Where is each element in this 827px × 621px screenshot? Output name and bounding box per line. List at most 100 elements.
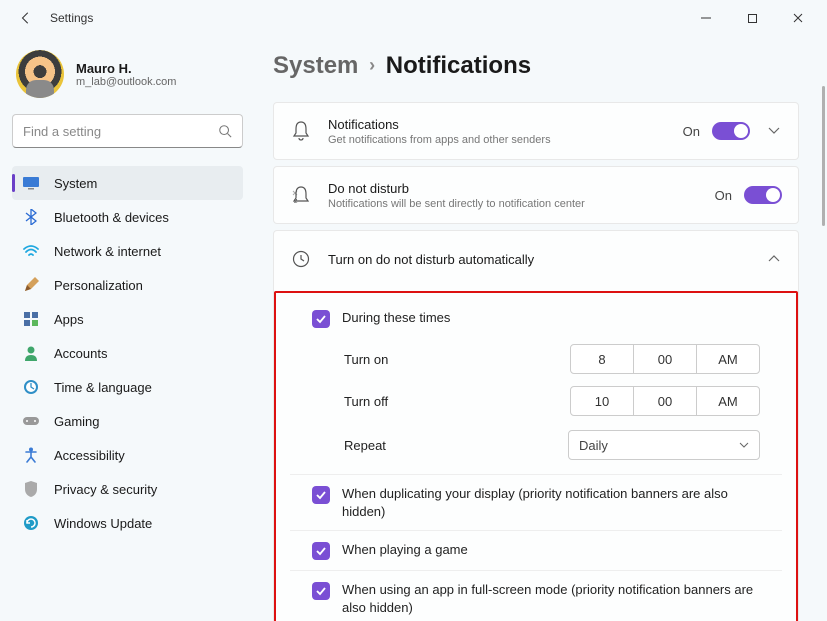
repeat-value: Daily [579, 438, 608, 453]
turn-off-label: Turn off [344, 394, 524, 409]
turn-off-hour[interactable]: 10 [570, 386, 634, 416]
svg-text:z: z [294, 198, 298, 205]
turn-off-row: Turn off 10 00 AM [290, 380, 782, 422]
nav: System Bluetooth & devices Network & int… [12, 166, 243, 540]
profile-name: Mauro H. [76, 61, 176, 76]
check-game: When playing a game [290, 530, 782, 570]
check-fullscreen: When using an app in full-screen mode (p… [290, 570, 782, 621]
check-label: When using an app in full-screen mode (p… [342, 581, 760, 616]
bell-icon [290, 121, 312, 141]
check-duplicating: When duplicating your display (priority … [290, 474, 782, 530]
sidebar-item-system[interactable]: System [12, 166, 243, 200]
search-icon [218, 124, 232, 138]
turn-on-minute[interactable]: 00 [633, 344, 697, 374]
auto-dnd-card: Turn on do not disturb automatically Dur… [273, 230, 799, 621]
sidebar-item-label: Accessibility [54, 448, 125, 463]
sidebar-item-update[interactable]: Windows Update [12, 506, 243, 540]
apps-icon [22, 310, 40, 328]
sidebar-item-label: Gaming [54, 414, 100, 429]
game-checkbox[interactable] [312, 542, 330, 560]
time-icon [22, 378, 40, 396]
sidebar-item-privacy[interactable]: Privacy & security [12, 472, 243, 506]
bluetooth-icon [22, 208, 40, 226]
system-icon [22, 174, 40, 192]
during-times-checkbox[interactable] [312, 310, 330, 328]
auto-dnd-header[interactable]: Turn on do not disturb automatically [274, 231, 798, 287]
repeat-row: Repeat Daily [290, 422, 782, 474]
update-icon [22, 514, 40, 532]
check-label: When playing a game [342, 541, 468, 559]
chevron-right-icon: › [369, 55, 375, 75]
sidebar-item-label: Apps [54, 312, 84, 327]
page-title: Notifications [386, 52, 531, 79]
app-title: Settings [50, 11, 93, 25]
search-input[interactable] [23, 124, 218, 139]
close-button[interactable] [775, 0, 821, 36]
duplicating-checkbox[interactable] [312, 486, 330, 504]
sidebar-item-label: Accounts [54, 346, 107, 361]
privacy-icon [22, 480, 40, 498]
sidebar-item-label: Personalization [54, 278, 143, 293]
turn-on-ampm[interactable]: AM [696, 344, 760, 374]
chevron-down-icon[interactable] [766, 127, 782, 135]
sidebar-item-accessibility[interactable]: Accessibility [12, 438, 243, 472]
gaming-icon [22, 412, 40, 430]
dnd-icon: z [290, 185, 312, 205]
scrollbar[interactable] [822, 86, 825, 226]
repeat-label: Repeat [344, 438, 386, 453]
card-title: Do not disturb [328, 181, 699, 196]
sidebar-item-label: Privacy & security [54, 482, 157, 497]
sidebar-item-label: Network & internet [54, 244, 161, 259]
notifications-toggle[interactable] [712, 122, 750, 140]
notifications-card[interactable]: Notifications Get notifications from app… [273, 102, 799, 160]
profile-email: m_lab@outlook.com [76, 76, 176, 88]
profile[interactable]: Mauro H. m_lab@outlook.com [12, 46, 243, 114]
minimize-button[interactable] [683, 0, 729, 36]
card-subtitle: Get notifications from apps and other se… [328, 134, 667, 146]
main-content: System › Notifications Notifications Get… [255, 36, 827, 621]
sidebar-item-gaming[interactable]: Gaming [12, 404, 243, 438]
accounts-icon [22, 344, 40, 362]
sidebar-item-apps[interactable]: Apps [12, 302, 243, 336]
titlebar: Settings [0, 0, 827, 36]
check-label: When duplicating your display (priority … [342, 485, 760, 520]
repeat-select[interactable]: Daily [568, 430, 760, 460]
fullscreen-checkbox[interactable] [312, 582, 330, 600]
window-controls [683, 0, 821, 36]
sidebar-item-accounts[interactable]: Accounts [12, 336, 243, 370]
maximize-button[interactable] [729, 0, 775, 36]
dnd-toggle[interactable] [744, 186, 782, 204]
turn-off-ampm[interactable]: AM [696, 386, 760, 416]
sidebar-item-label: System [54, 176, 97, 191]
avatar [16, 50, 64, 98]
turn-on-hour[interactable]: 8 [570, 344, 634, 374]
sidebar: Mauro H. m_lab@outlook.com System Blueto… [0, 36, 255, 621]
toggle-state: On [715, 188, 732, 203]
card-title: Notifications [328, 117, 667, 132]
back-button[interactable] [6, 0, 46, 36]
during-times-row: During these times [290, 299, 782, 338]
breadcrumb: System › Notifications [273, 52, 799, 80]
chevron-down-icon [739, 442, 749, 448]
card-subtitle: Notifications will be sent directly to n… [328, 198, 699, 210]
breadcrumb-parent[interactable]: System [273, 52, 358, 79]
search-box[interactable] [12, 114, 243, 148]
sidebar-item-personalization[interactable]: Personalization [12, 268, 243, 302]
turn-on-label: Turn on [344, 352, 524, 367]
highlight-box: During these times Turn on 8 00 AM Turn … [274, 291, 798, 621]
check-label: During these times [342, 309, 450, 327]
sidebar-item-time[interactable]: Time & language [12, 370, 243, 404]
network-icon [22, 242, 40, 260]
personalization-icon [22, 276, 40, 294]
sidebar-item-bluetooth[interactable]: Bluetooth & devices [12, 200, 243, 234]
sidebar-item-network[interactable]: Network & internet [12, 234, 243, 268]
sidebar-item-label: Bluetooth & devices [54, 210, 169, 225]
turn-on-row: Turn on 8 00 AM [290, 338, 782, 380]
turn-off-minute[interactable]: 00 [633, 386, 697, 416]
clock-icon [290, 250, 312, 268]
accessibility-icon [22, 446, 40, 464]
sidebar-item-label: Windows Update [54, 516, 152, 531]
sidebar-item-label: Time & language [54, 380, 152, 395]
chevron-up-icon[interactable] [766, 255, 782, 263]
dnd-card[interactable]: z Do not disturb Notifications will be s… [273, 166, 799, 224]
